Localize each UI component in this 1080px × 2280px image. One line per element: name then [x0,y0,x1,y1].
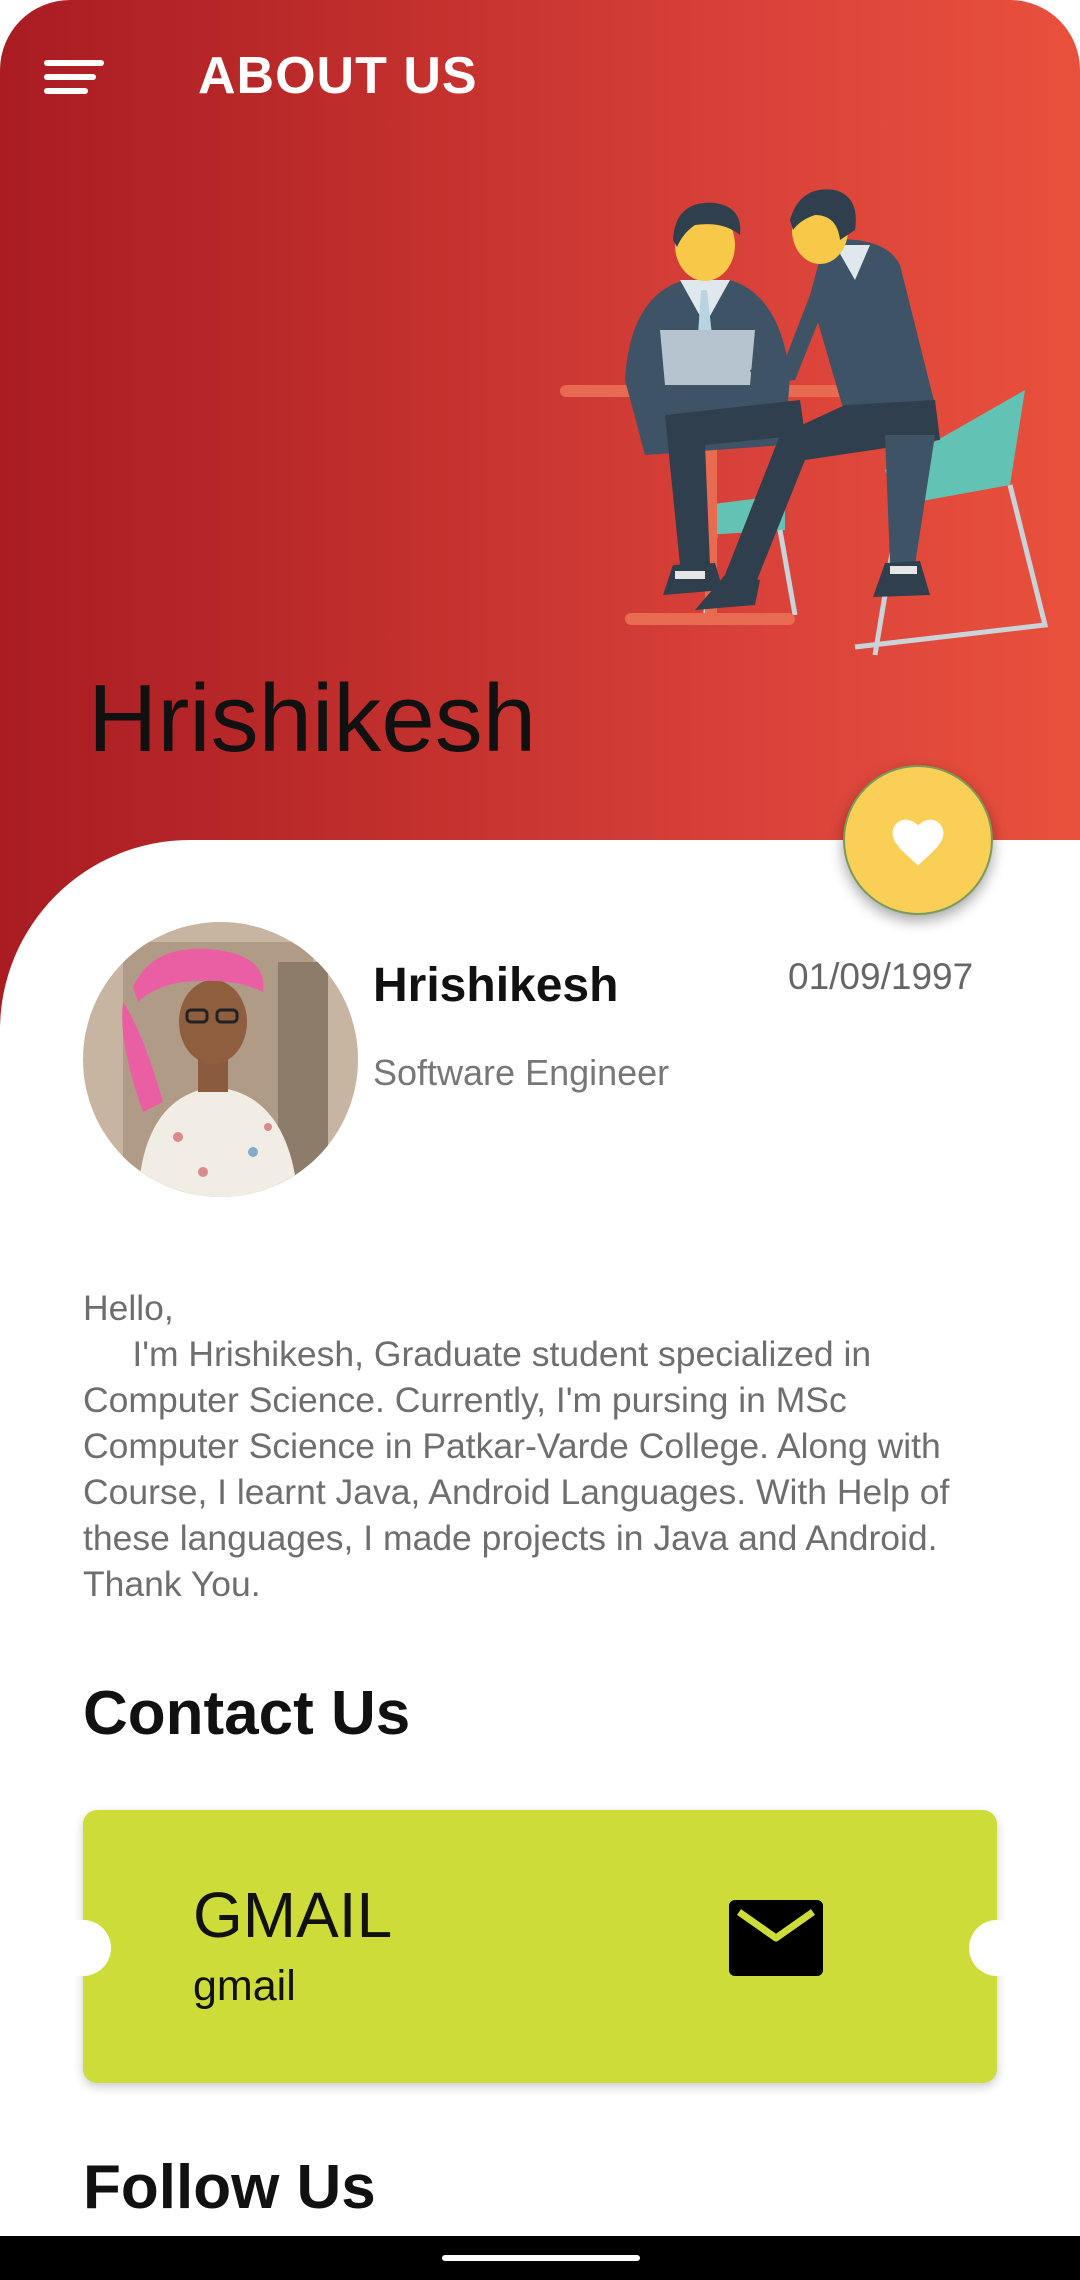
contact-card-subtitle: gmail [193,1962,296,2010]
about-us-screen: ABOUT US Hrishikesh Hrishikesh Software … [0,0,1080,2280]
profile-date: 01/09/1997 [788,956,974,997]
hero-name: Hrishikesh [88,665,537,772]
page-title: ABOUT US [198,47,478,105]
contact-card-title: GMAIL [193,1879,393,1951]
profile-role: Software Engineer [373,1052,670,1093]
contact-section-title: Contact Us [83,1679,411,1748]
follow-section-title: Follow Us [83,2153,376,2222]
heart-icon [892,819,944,866]
mail-icon [729,1900,823,1976]
bio-text: Hello, I'm Hrishikesh, Graduate student … [83,1288,950,1604]
meeting-illustration [560,189,1049,656]
favorite-button[interactable] [843,765,993,915]
menu-icon[interactable] [40,56,112,112]
home-indicator[interactable] [442,2255,640,2261]
profile-name: Hrishikesh [373,959,619,1012]
gmail-contact-card[interactable]: GMAIL gmail [55,1810,1025,2083]
avatar [83,922,358,1197]
